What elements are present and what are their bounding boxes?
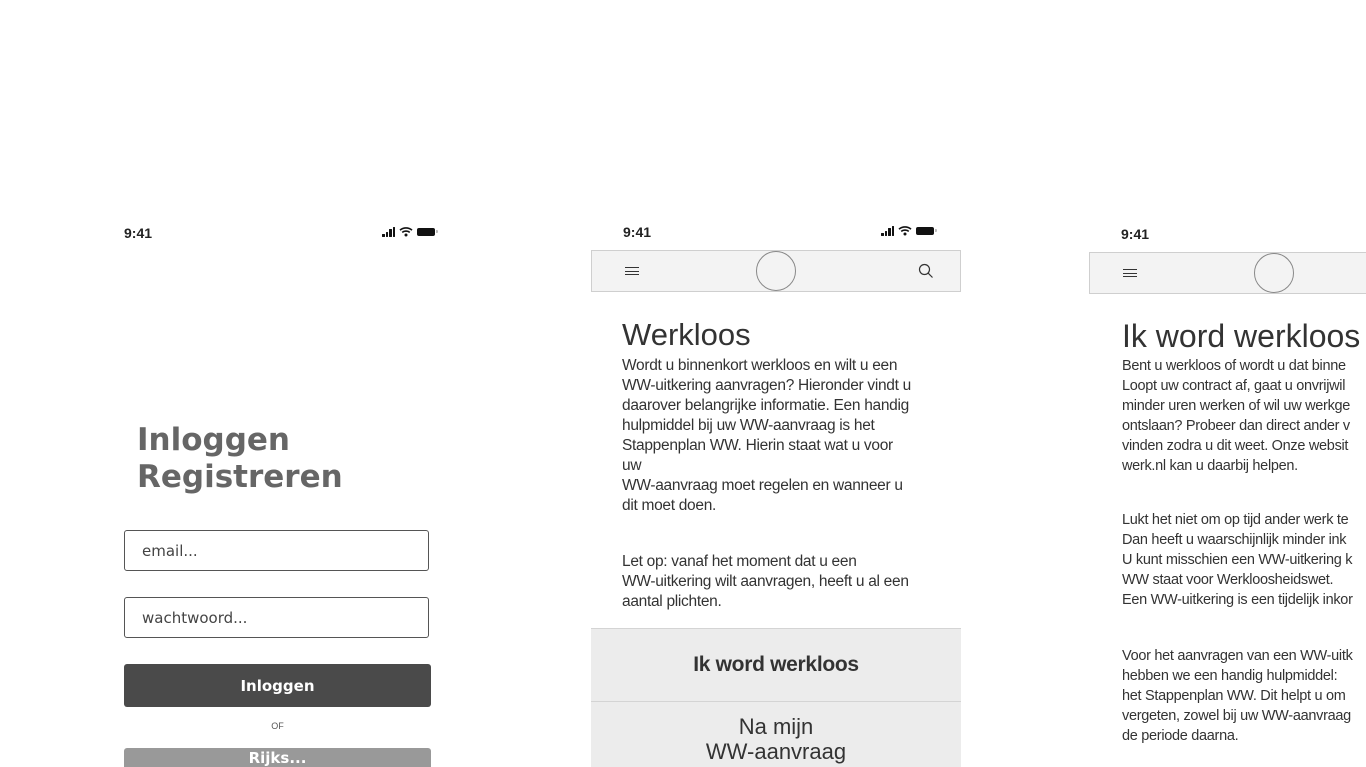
- paragraph-2: Lukt het niet om op tijd ander werk te D…: [1122, 512, 1353, 608]
- status-icons: [881, 225, 937, 236]
- status-time: 9:41: [623, 224, 652, 240]
- page-title: Ik word werkloos: [1122, 318, 1361, 354]
- battery-icon: [916, 226, 937, 235]
- email-placeholder: email...: [142, 541, 198, 560]
- search-icon[interactable]: [918, 263, 934, 279]
- page-title: Werkloos: [622, 317, 751, 352]
- battery-icon: [417, 227, 438, 236]
- heading-register-text: Registreren: [137, 459, 343, 495]
- note-text: Let op: vanaf het moment dat u een WW-ui…: [622, 553, 909, 610]
- hamburger-icon[interactable]: [1123, 269, 1137, 280]
- logo-placeholder[interactable]: [1254, 253, 1294, 293]
- or-divider-text: OF: [271, 721, 284, 731]
- menu-item-na-mijn-ww-aanvraag[interactable]: Na mijn WW-aanvraag: [591, 701, 961, 767]
- intro-text: Wordt u binnenkort werkloos en wilt u ee…: [622, 357, 911, 514]
- login-heading: Inloggen Registreren: [137, 422, 343, 496]
- status-time: 9:41: [1121, 226, 1150, 242]
- secondary-login-label: Rijks...: [248, 748, 307, 767]
- werkloos-screen: 9:41 Werkloos Wordt u binnenkort werkloo…: [590, 0, 962, 767]
- paragraph-3: Voor het aanvragen van een WW-uitk hebbe…: [1122, 648, 1353, 744]
- ik-word-werkloos-screen: 9:41 Ik word werkloos Bent u werkloos of…: [1088, 0, 1366, 767]
- signal-icon: [382, 226, 395, 237]
- signal-icon: [881, 225, 894, 236]
- email-field[interactable]: email...: [124, 530, 429, 571]
- secondary-login-button[interactable]: Rijks...: [124, 748, 431, 767]
- logo-placeholder[interactable]: [756, 251, 796, 291]
- wifi-icon: [898, 226, 912, 236]
- password-field[interactable]: wachtwoord...: [124, 597, 429, 638]
- nav-bar: [591, 250, 961, 292]
- login-screen: 9:41 Inloggen Registreren email... wacht…: [110, 0, 450, 767]
- nav-bar: [1089, 252, 1366, 294]
- status-icons: [382, 226, 438, 237]
- paragraph-1: Bent u werkloos of wordt u dat binne Loo…: [1122, 358, 1351, 474]
- password-placeholder: wachtwoord...: [142, 608, 248, 627]
- heading-login-text: Inloggen: [137, 422, 291, 458]
- hamburger-icon[interactable]: [625, 267, 639, 278]
- wifi-icon: [399, 227, 413, 237]
- menu-item-ik-word-werkloos[interactable]: Ik word werkloos: [591, 628, 961, 701]
- login-button[interactable]: Inloggen: [124, 664, 431, 707]
- status-time: 9:41: [124, 225, 153, 241]
